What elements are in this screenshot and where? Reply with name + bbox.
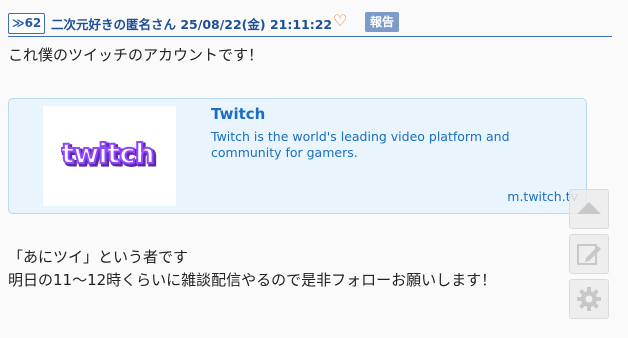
scroll-top-button[interactable]: [569, 189, 609, 229]
settings-button[interactable]: [569, 279, 609, 319]
link-card-description: Twitch is the world's leading video plat…: [211, 129, 510, 160]
post-meta: 二次元好きの匿名さん 25/08/22(金) 21:11:22: [51, 17, 333, 32]
write-post-button[interactable]: [569, 234, 609, 274]
twitch-logo-thumbnail[interactable]: twitch twitch: [43, 106, 176, 206]
pencil-icon: [577, 244, 601, 265]
link-card-title[interactable]: Twitch: [211, 105, 265, 123]
post-text-line-3: 明日の11～12時くらいに雑談配信やるので是非フォローお願いします！: [8, 271, 497, 289]
report-button[interactable]: 報告: [365, 12, 400, 32]
heart-icon[interactable]: ♡: [333, 11, 347, 31]
arrow-up-icon: [577, 202, 601, 214]
link-card[interactable]: twitch twitch Twitch Twitch is the world…: [8, 98, 587, 214]
twitch-logo-icon: twitch twitch: [61, 140, 158, 172]
post-text-line-1: これ僕のツイッチのアカウントです！: [8, 46, 264, 64]
twitch-logo-text: twitch: [61, 140, 154, 170]
post-header: ≫62 二次元好きの匿名さん 25/08/22(金) 21:11:22 ♡ 報告: [8, 10, 612, 37]
post-number-link[interactable]: ≫62: [8, 13, 46, 34]
post-text-line-2: 「あにツイ」という者です: [8, 248, 189, 266]
gear-icon: [577, 287, 601, 311]
link-card-domain: m.twitch.tv: [507, 189, 578, 204]
